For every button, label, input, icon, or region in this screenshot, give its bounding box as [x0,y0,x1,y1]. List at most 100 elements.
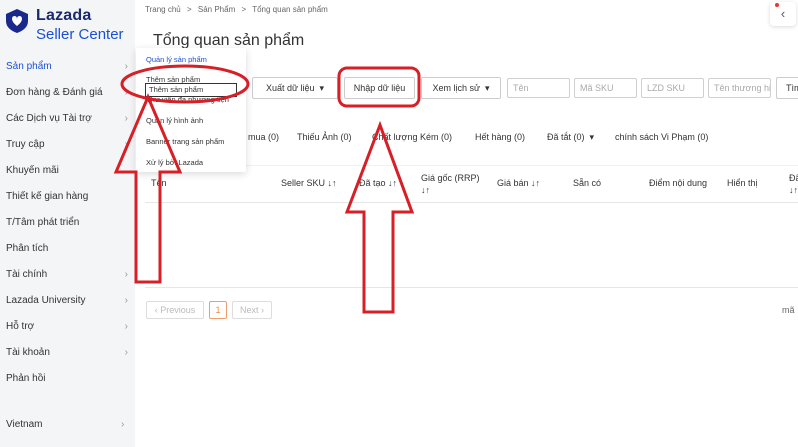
brand-search-input[interactable]: Tên thương hiệu [708,78,771,98]
sort-icon: ↓↑ [789,185,798,195]
sort-icon: ↓↑ [327,178,337,188]
product-name: Seller Center [36,26,124,43]
chevron-right-icon: › [124,61,128,72]
import-data-button[interactable]: Nhập dữ liệu [344,77,415,99]
breadcrumb-home[interactable]: Trang chủ [145,5,181,14]
sidebar-item-label: Tài khoản [6,347,50,358]
sidebar-item-store-design[interactable]: Thiết kế gian hàng [0,184,135,210]
export-data-button[interactable]: Xuất dữ liệu ▾ [252,77,338,99]
search-label: Tìm [786,83,798,93]
tab-poor-quality[interactable]: Chất lượng Kém (0) [372,132,452,142]
export-label: Xuất dữ liệu [265,83,315,93]
column-header-last[interactable]: Đã ↓↑ [789,172,798,196]
chevron-right-icon: › [124,87,128,98]
submenu-item-fulfilled-by-lazada[interactable]: Xử lý bởi Lazada [146,158,203,167]
tab-pending[interactable]: mua (0) [248,132,279,142]
country-selector[interactable]: Vietnam [6,419,43,430]
name-search-input[interactable]: Tên [507,78,570,98]
add-product-tooltip: Thêm sản phẩm [145,83,237,97]
sort-icon: ↓↑ [421,185,430,195]
sort-icon: ↓↑ [388,178,398,188]
sku-search-input[interactable]: Mã SKU [574,78,637,98]
page-number-current[interactable]: 1 [209,301,227,319]
chevron-right-icon: › [121,419,125,430]
sidebar-item-label: Tài chính [6,269,48,280]
sidebar-item-label: Lazada University [6,295,86,306]
sidebar-item-orders-reviews[interactable]: Đơn hàng & Đánh giá › [0,80,135,106]
sidebar-item-label: Phản hồi [6,373,46,384]
column-label: Tên [151,178,167,188]
column-label: Đã [789,173,798,183]
previous-page-button[interactable]: ‹ Previous [146,301,204,319]
sidebar-item-feedback[interactable]: Phản hồi [0,366,135,392]
sidebar-item-account[interactable]: Tài khoản › [0,340,135,366]
lazada-seller-center-logo[interactable]: Lazada Seller Center [4,6,134,48]
chevron-right-icon: › [124,139,128,150]
column-header-sale-price[interactable]: Giá bán ↓↑ [497,178,540,188]
chevron-right-icon: › [124,113,128,124]
sidebar-item-support[interactable]: Hỗ trợ › [0,314,135,340]
caret-down-icon: ▾ [584,132,595,142]
sidebar-item-promotions[interactable]: Khuyến mãi [0,158,135,184]
column-label: Giá gốc (RRP) [421,173,480,183]
sidebar-item-growth-center[interactable]: T/Tâm phát triển [0,210,135,236]
submenu-item-manage-products[interactable]: Quản lý sản phẩm [146,55,207,64]
sidebar-item-label: Đơn hàng & Đánh giá [6,87,103,98]
sort-icon: ↓↑ [531,178,541,188]
history-label: Xem lịch sử [432,83,480,93]
sidebar-nav: Sản phẩm › Đơn hàng & Đánh giá › Các Dịch … [0,54,135,392]
sidebar-item-analytics[interactable]: Phân tích [0,236,135,262]
chevron-left-icon: ‹ [780,6,786,21]
tab-out-of-stock[interactable]: Hết hàng (0) [475,132,525,142]
sidebar-item-label: T/Tâm phát triển [6,217,80,228]
view-history-button[interactable]: Xem lịch sử ▾ [421,77,501,99]
brand-name: Lazada [36,7,92,24]
sidebar-item-label: Các Dịch vụ Tài trợ [6,113,92,124]
column-header-seller-sku[interactable]: Seller SKU ↓↑ [281,178,337,188]
chevron-right-icon: › [124,269,128,280]
search-button[interactable]: Tìm [776,77,798,99]
lazada-heart-logo-icon [6,9,28,33]
tab-disabled[interactable]: Đã tắt (0) ▾ [547,132,594,143]
sidebar-item-sponsored[interactable]: Các Dịch vụ Tài trợ › [0,106,135,132]
chevron-right-icon: › [124,295,128,306]
sidebar-item-products[interactable]: Sản phẩm › [0,54,135,80]
pagination-right-text: mã [782,305,795,315]
tab-missing-images[interactable]: Thiếu Ảnh (0) [297,132,352,142]
sidebar-item-label: Hỗ trợ [6,321,35,332]
sidebar-item-label: Sản phẩm [6,61,52,72]
sidebar-item-label: Khuyến mãi [6,165,59,176]
next-page-button[interactable]: Next › [232,301,272,319]
notification-dot [775,3,779,7]
column-label: Điểm nội dung [649,178,708,188]
column-label: Đã tạo [359,178,386,188]
column-label: Hiển thị [727,178,758,188]
tab-policy-violation[interactable]: chính sách Vi Phạm (0) [615,132,708,142]
column-header-available: Sẵn có [573,178,601,188]
sidebar: Lazada Seller Center Sản phẩm › Đơn hàng … [0,0,135,447]
column-header-original-price[interactable]: Giá gốc (RRP) ↓↑ [421,172,480,196]
breadcrumb-current: Tổng quan sản phẩm [252,5,328,14]
chevron-right-icon: › [124,347,128,358]
lzd-sku-search-input[interactable]: LZD SKU [641,78,704,98]
column-header-created[interactable]: Đã tạo ↓↑ [359,178,397,188]
breadcrumb-separator: > [186,5,192,14]
column-label: Giá bán [497,178,529,188]
products-submenu: Quản lý sản phẩm Thêm sản phẩm Thư viện … [136,48,246,172]
sidebar-item-finance[interactable]: Tài chính › [0,262,135,288]
collapse-panel-button[interactable]: ‹ [770,2,796,26]
submenu-item-product-banner[interactable]: Banner trang sản phẩm [146,137,224,146]
breadcrumb-section[interactable]: Sản Phẩm [198,5,235,14]
column-header-name[interactable]: Tên [151,178,167,188]
sidebar-item-traffic[interactable]: Truy cập › [0,132,135,158]
column-header-display: Hiển thị [727,178,758,188]
caret-down-icon: ▾ [482,83,490,93]
sidebar-item-lazada-university[interactable]: Lazada University › [0,288,135,314]
sidebar-item-label: Thiết kế gian hàng [6,191,89,202]
submenu-item-image-manager[interactable]: Quản lý hình ảnh [146,116,203,125]
column-header-content-score: Điểm nội dung [649,178,707,188]
tab-disabled-label: Đã tắt (0) [547,132,585,142]
sidebar-item-label: Phân tích [6,243,49,254]
chevron-right-icon: › [124,321,128,332]
caret-down-icon: ▾ [317,83,325,93]
